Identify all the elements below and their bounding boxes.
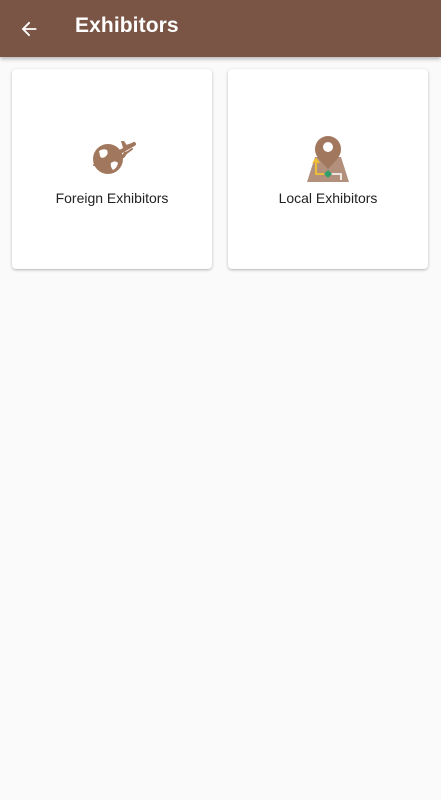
arrow-left-icon (21, 21, 37, 37)
foreign-exhibitors-card[interactable]: Foreign Exhibitors (12, 69, 212, 269)
app-bar: Exhibitors (0, 0, 441, 57)
back-button[interactable] (10, 10, 48, 48)
globe-airplane-icon (86, 131, 138, 183)
local-exhibitors-card[interactable]: Local Exhibitors (228, 69, 428, 269)
map-pin-icon (302, 131, 354, 183)
exhibitor-category-grid: Foreign Exhibitors Local Exhibitors (12, 69, 429, 269)
foreign-exhibitors-label: Foreign Exhibitors (55, 190, 169, 206)
local-exhibitors-label: Local Exhibitors (278, 190, 378, 206)
page-title: Exhibitors (75, 14, 179, 37)
